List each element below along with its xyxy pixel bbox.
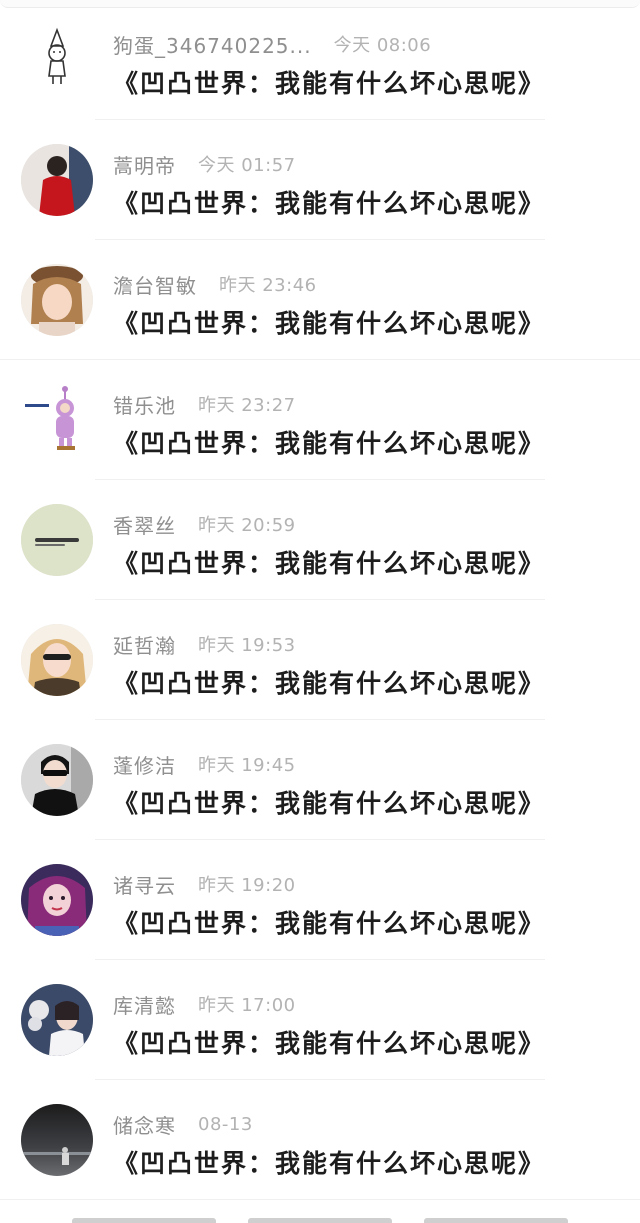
- comment-row[interactable]: 诸寻云 昨天 19:20 《凹凸世界：我能有什么坏心思呢》: [0, 840, 640, 960]
- user-name[interactable]: 蒿明帝: [113, 150, 176, 179]
- comment-meta: 延哲瀚 昨天 19:53: [113, 630, 296, 658]
- comment-text[interactable]: 《凹凸世界：我能有什么坏心思呢》: [113, 424, 545, 460]
- user-name[interactable]: 错乐池: [113, 390, 176, 419]
- comment-meta: 蓬修洁 昨天 19:45: [113, 750, 296, 778]
- comment-time: 昨天 17:00: [198, 995, 296, 1016]
- user-avatar[interactable]: [21, 864, 93, 936]
- comment-meta: 储念寒 08-13: [113, 1110, 253, 1138]
- sunglasses-avatar-icon: [21, 744, 93, 816]
- user-avatar[interactable]: [21, 264, 93, 336]
- user-avatar[interactable]: [21, 504, 93, 576]
- comment-list-screen: 狗蛋_346740225... 今天 08:06 《凹凸世界：我能有什么坏心思呢…: [0, 0, 640, 1223]
- comment-meta: 香翠丝 昨天 20:59: [113, 510, 296, 538]
- comment-list[interactable]: 狗蛋_346740225... 今天 08:06 《凹凸世界：我能有什么坏心思呢…: [0, 0, 640, 1200]
- bottom-tab-indicator[interactable]: [72, 1218, 216, 1223]
- comment-row[interactable]: 蓬修洁 昨天 19:45 《凹凸世界：我能有什么坏心思呢》: [0, 720, 640, 840]
- user-avatar[interactable]: [21, 624, 93, 696]
- girl-hat-avatar-icon: [21, 264, 93, 336]
- user-avatar[interactable]: [21, 384, 93, 456]
- comment-text[interactable]: 《凹凸世界：我能有什么坏心思呢》: [113, 64, 545, 100]
- comment-time: 昨天 19:20: [198, 875, 296, 896]
- comment-meta: 错乐池 昨天 23:27: [113, 390, 296, 418]
- comment-meta: 库清懿 昨天 17:00: [113, 990, 296, 1018]
- comment-text[interactable]: 《凹凸世界：我能有什么坏心思呢》: [113, 1024, 545, 1060]
- comment-time: 今天 08:06: [333, 35, 432, 56]
- comment-time: 昨天 20:59: [198, 515, 296, 536]
- comment-meta: 诸寻云 昨天 19:20: [113, 870, 296, 898]
- comment-time: 昨天 23:27: [198, 395, 296, 416]
- user-avatar[interactable]: [21, 984, 93, 1056]
- comment-time: 昨天 23:46: [219, 275, 317, 296]
- comment-row[interactable]: 错乐池 昨天 23:27 《凹凸世界：我能有什么坏心思呢》: [0, 360, 640, 480]
- comment-meta: 狗蛋_346740225... 今天 08:06: [113, 30, 431, 58]
- comment-row[interactable]: 库清懿 昨天 17:00 《凹凸世界：我能有什么坏心思呢》: [0, 960, 640, 1080]
- comment-text[interactable]: 《凹凸世界：我能有什么坏心思呢》: [113, 904, 545, 940]
- user-name[interactable]: 蓬修洁: [113, 750, 176, 779]
- comment-text[interactable]: 《凹凸世界：我能有什么坏心思呢》: [113, 304, 545, 340]
- bottom-tab-indicator[interactable]: [248, 1218, 392, 1223]
- user-avatar[interactable]: [21, 1104, 93, 1176]
- doodle-avatar-icon: [21, 24, 93, 96]
- user-name[interactable]: 澹台智敏: [113, 270, 197, 299]
- comment-text[interactable]: 《凹凸世界：我能有什么坏心思呢》: [113, 664, 545, 700]
- comment-row[interactable]: 澹台智敏 昨天 23:46 《凹凸世界：我能有什么坏心思呢》: [0, 240, 640, 360]
- comment-time: 08-13: [198, 1113, 253, 1135]
- user-name[interactable]: 储念寒: [113, 1110, 176, 1139]
- user-avatar[interactable]: [21, 144, 93, 216]
- comment-time: 昨天 19:53: [198, 635, 296, 656]
- user-name[interactable]: 诸寻云: [113, 870, 176, 899]
- user-name[interactable]: 库清懿: [113, 990, 176, 1019]
- red-coat-avatar-icon: [21, 144, 93, 216]
- row-divider: [0, 1199, 640, 1200]
- comment-text[interactable]: 《凹凸世界：我能有什么坏心思呢》: [113, 184, 545, 220]
- comment-row[interactable]: 延哲瀚 昨天 19:53 《凹凸世界：我能有什么坏心思呢》: [0, 600, 640, 720]
- comment-text[interactable]: 《凹凸世界：我能有什么坏心思呢》: [113, 1144, 545, 1180]
- comment-row[interactable]: 储念寒 08-13 《凹凸世界：我能有什么坏心思呢》: [0, 1080, 640, 1200]
- user-name[interactable]: 香翠丝: [113, 510, 176, 539]
- purple-hair-avatar-icon: [21, 864, 93, 936]
- comment-meta: 蒿明帝 今天 01:57: [113, 150, 296, 178]
- user-avatar[interactable]: [21, 744, 93, 816]
- night-sky-avatar-icon: [21, 1104, 93, 1176]
- user-avatar[interactable]: [21, 24, 93, 96]
- bottom-tab-strip: [0, 1217, 640, 1223]
- user-name[interactable]: 延哲瀚: [113, 630, 176, 659]
- teletubby-avatar-icon: [21, 384, 93, 456]
- blonde-girl-avatar-icon: [21, 624, 93, 696]
- comment-time: 今天 01:57: [198, 155, 296, 176]
- flower-girl-avatar-icon: [21, 984, 93, 1056]
- comment-time: 昨天 19:45: [198, 755, 296, 776]
- comment-text[interactable]: 《凹凸世界：我能有什么坏心思呢》: [113, 784, 545, 820]
- comment-text[interactable]: 《凹凸世界：我能有什么坏心思呢》: [113, 544, 545, 580]
- bottom-tab-indicator[interactable]: [424, 1218, 568, 1223]
- comment-row[interactable]: 蒿明帝 今天 01:57 《凹凸世界：我能有什么坏心思呢》: [0, 120, 640, 240]
- text-circle-avatar-icon: [21, 504, 93, 576]
- comment-meta: 澹台智敏 昨天 23:46: [113, 270, 317, 298]
- comment-row[interactable]: 狗蛋_346740225... 今天 08:06 《凹凸世界：我能有什么坏心思呢…: [0, 0, 640, 120]
- comment-row[interactable]: 香翠丝 昨天 20:59 《凹凸世界：我能有什么坏心思呢》: [0, 480, 640, 600]
- user-name[interactable]: 狗蛋_346740225...: [113, 30, 312, 59]
